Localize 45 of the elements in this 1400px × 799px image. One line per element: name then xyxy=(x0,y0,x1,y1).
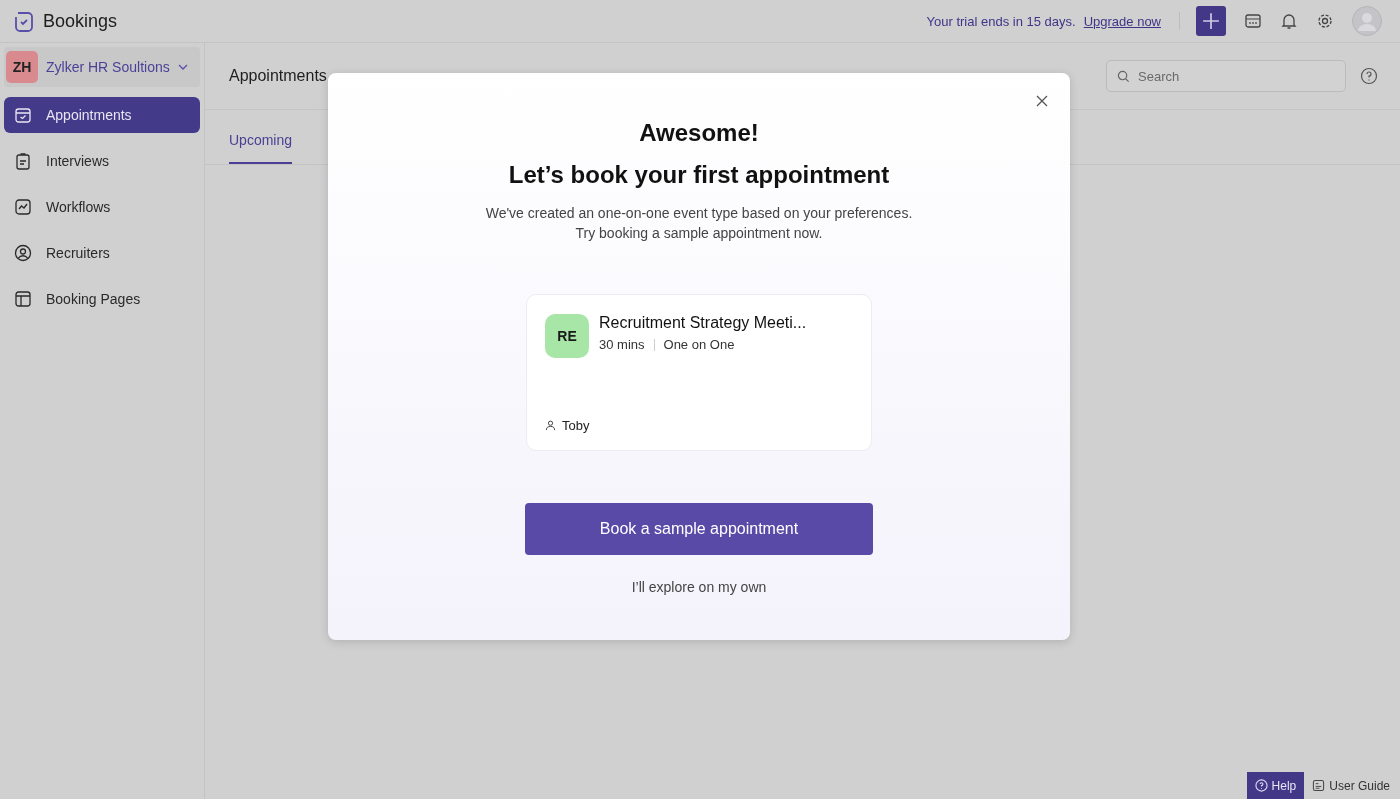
event-duration: 30 mins xyxy=(599,337,645,352)
close-icon[interactable] xyxy=(1036,95,1048,107)
help-button[interactable]: Help xyxy=(1246,772,1305,799)
add-button[interactable] xyxy=(1196,6,1226,36)
help-icon xyxy=(1254,779,1268,792)
modal-title: Awesome! xyxy=(639,119,759,147)
nav-item[interactable]: Interviews xyxy=(4,143,200,179)
chevron-down-icon xyxy=(177,64,188,70)
description-text: We've created an one-on-one event type based on your preferences. xyxy=(485,204,913,223)
nav-icon xyxy=(14,106,32,124)
nav-item[interactable]: Recruiters xyxy=(4,235,200,271)
document-icon xyxy=(1312,779,1326,792)
nav-icon xyxy=(14,244,32,262)
person-icon xyxy=(545,420,556,431)
nav-icon xyxy=(14,198,32,216)
modal-subtitle: Let’s book your first appointment xyxy=(508,161,890,189)
upgrade-link[interactable]: Upgrade now xyxy=(1083,13,1161,29)
nav-item[interactable]: Appointments xyxy=(4,97,200,133)
description-text: Try booking a sample appointment now. xyxy=(574,224,824,243)
logo-icon xyxy=(12,9,36,33)
settings-icon[interactable] xyxy=(1316,12,1334,30)
explore-link[interactable]: I’ll explore on my own xyxy=(631,579,767,595)
search-icon xyxy=(1117,70,1130,83)
search-field[interactable]: Search xyxy=(1106,60,1346,92)
help-icon[interactable] xyxy=(1360,67,1378,85)
tab[interactable]: Upcoming xyxy=(229,132,293,164)
nav-item[interactable]: Booking Pages xyxy=(4,281,200,317)
app-title: Bookings xyxy=(43,10,118,32)
host-name: Toby xyxy=(562,418,590,433)
event-type: One on One xyxy=(663,337,735,352)
bell-icon[interactable] xyxy=(1280,12,1298,30)
event-name: Recruitment Strategy Meeti... xyxy=(599,314,807,332)
workspace-switcher[interactable]: ZH Zylker HR Soultions xyxy=(4,47,200,87)
event-avatar: RE xyxy=(545,314,589,358)
trial-notice: Your trial ends in 15 days. xyxy=(926,13,1076,29)
workspace-avatar: ZH xyxy=(6,51,38,83)
plus-icon xyxy=(1202,12,1220,30)
book-sample-button[interactable]: Book a sample appointment xyxy=(525,503,873,555)
page-title: Appointments xyxy=(229,67,327,85)
workspace-name: Zylker HR Soultions xyxy=(46,59,170,75)
user-guide-link[interactable]: User Guide xyxy=(1312,778,1390,793)
nav-icon xyxy=(14,152,32,170)
nav-icon xyxy=(14,290,32,308)
calendar-icon[interactable] xyxy=(1244,12,1262,30)
nav-item[interactable]: Workflows xyxy=(4,189,200,225)
